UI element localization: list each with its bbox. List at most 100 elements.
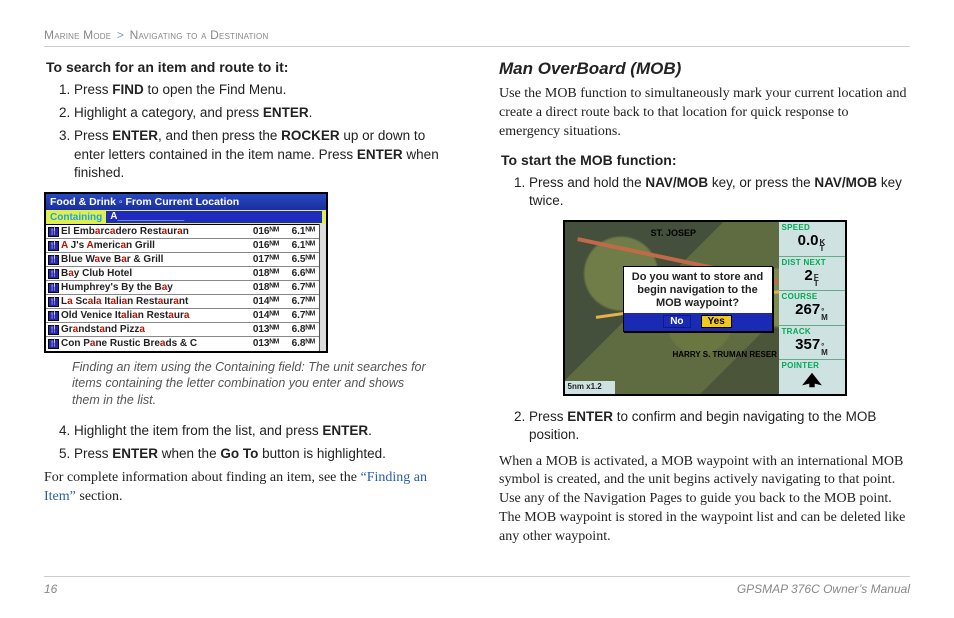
device1-list-row[interactable]: 🍴Old Venice Italian Restaura014ᴺᴹ6.7ᴺᴹ xyxy=(46,309,319,323)
panel-value: 357 xyxy=(795,337,820,354)
row-bearing: 013ᴺᴹ xyxy=(247,323,283,337)
panel-unit: KT xyxy=(820,240,826,253)
breadcrumb-sep-icon: > xyxy=(115,28,126,42)
poi-icon: 🍴 xyxy=(48,269,59,279)
row-name: El Embarcadero Restauran xyxy=(61,225,247,239)
breadcrumb-section: Marine Mode xyxy=(44,28,111,42)
mob-dialog: Do you want to store and begin navigatio… xyxy=(623,266,773,332)
sidebar-panel-speed: SPEED0.0KT xyxy=(779,222,845,256)
panel-unit: °M xyxy=(821,344,828,357)
row-distance: 6.1ᴺᴹ xyxy=(283,225,317,239)
device-mob-map: ST. JOSEP HARRY S. TRUMAN RESER Do you w… xyxy=(563,220,847,396)
row-name: Grandstand Pizza xyxy=(61,323,247,337)
search-step-a-3: Press ENTER, and then press the ROCKER u… xyxy=(74,127,455,182)
row-distance: 6.8ᴺᴹ xyxy=(283,337,317,351)
device1-list-row[interactable]: 🍴Bay Club Hotel018ᴺᴹ6.6ᴺᴹ xyxy=(46,267,319,281)
device1-list-row[interactable]: 🍴Blue Wave Bar & Grill017ᴺᴹ6.5ᴺᴹ xyxy=(46,253,319,267)
mob-title: Man OverBoard (MOB) xyxy=(499,59,910,79)
row-name: Con Pane Rustic Breads & C xyxy=(61,337,247,351)
device1-list-row[interactable]: 🍴Grandstand Pizza013ᴺᴹ6.8ᴺᴹ xyxy=(46,323,319,337)
row-name: La Scala Italian Restaurant xyxy=(61,295,247,309)
mob-dialog-yes-button[interactable]: Yes xyxy=(701,315,732,328)
poi-icon: 🍴 xyxy=(48,325,59,335)
breadcrumb: Marine Mode > Navigating to a Destinatio… xyxy=(44,28,910,47)
device1-caption: Finding an item using the Containing fie… xyxy=(72,359,427,408)
mob-subhead: To start the MOB function: xyxy=(501,152,910,168)
sidebar-panel-track: TRACK357°M xyxy=(779,325,845,360)
row-name: Humphrey's By the Bay xyxy=(61,281,247,295)
row-bearing: 014ᴺᴹ xyxy=(247,295,283,309)
row-distance: 6.7ᴺᴹ xyxy=(283,295,317,309)
breadcrumb-topic: Navigating to a Destination xyxy=(130,28,269,42)
device1-title: Food & Drink ◦ From Current Location xyxy=(46,194,326,210)
left-column: To search for an item and route to it: P… xyxy=(44,55,455,576)
finding-paragraph: For complete information about finding a… xyxy=(44,469,455,507)
sidebar-panel-pointer: POINTER xyxy=(779,359,845,394)
device1-scrollbar[interactable] xyxy=(319,224,326,351)
search-step-b-5: Press ENTER when the Go To button is hig… xyxy=(74,445,455,463)
row-distance: 6.6ᴺᴹ xyxy=(283,267,317,281)
device1-list-row[interactable]: 🍴La Scala Italian Restaurant014ᴺᴹ6.7ᴺᴹ xyxy=(46,295,319,309)
panel-value: 2 xyxy=(804,268,812,285)
device1-body: 🍴El Embarcadero Restauran016ᴺᴹ6.1ᴺᴹ🍴A J'… xyxy=(46,224,326,351)
poi-icon: 🍴 xyxy=(48,283,59,293)
mob-step-2: Press ENTER to confirm and begin navigat… xyxy=(529,408,910,444)
row-name: Bay Club Hotel xyxy=(61,267,247,281)
search-step-a-1: Press FIND to open the Find Menu. xyxy=(74,81,455,99)
poi-icon: 🍴 xyxy=(48,311,59,321)
device1-screen: Food & Drink ◦ From Current Location Con… xyxy=(44,192,328,353)
search-steps-a: Press FIND to open the Find Menu. Highlig… xyxy=(44,81,455,182)
manual-title: GPSMAP 376C Owner’s Manual xyxy=(737,582,910,596)
device1-list-row[interactable]: 🍴Con Pane Rustic Breads & C013ᴺᴹ6.8ᴺᴹ xyxy=(46,337,319,351)
device1-search-label: Containing xyxy=(50,212,102,223)
row-distance: 6.8ᴺᴹ xyxy=(283,323,317,337)
sidebar-panel-course: COURSE267°M xyxy=(779,290,845,325)
device2-bottom-bar: 5nm x1.2 xyxy=(565,381,615,394)
mob-steps: Press and hold the NAV/MOB key, or press… xyxy=(499,174,910,210)
map-city-1: ST. JOSEP xyxy=(651,228,697,238)
search-steps-b: Highlight the item from the list, and pr… xyxy=(44,422,455,463)
panel-unit: °M xyxy=(821,309,828,322)
row-name: Blue Wave Bar & Grill xyxy=(61,253,247,267)
mob-step-1: Press and hold the NAV/MOB key, or press… xyxy=(529,174,910,210)
search-step-b-4: Highlight the item from the list, and pr… xyxy=(74,422,455,440)
panel-value: 0.0 xyxy=(798,233,819,250)
poi-icon: 🍴 xyxy=(48,255,59,265)
panel-value: 267 xyxy=(795,302,820,319)
sidebar-panel-dist-next: DIST NEXT2FT xyxy=(779,256,845,291)
panel-label: POINTER xyxy=(782,362,842,371)
tail-after: section. xyxy=(76,489,123,504)
row-distance: 6.1ᴺᴹ xyxy=(283,239,317,253)
panel-unit: FT xyxy=(814,275,819,288)
device1-list-row[interactable]: 🍴El Embarcadero Restauran016ᴺᴹ6.1ᴺᴹ xyxy=(46,225,319,239)
device1-search-row: Containing A____________ xyxy=(46,210,326,224)
tail-text: For complete information about finding a… xyxy=(44,470,360,485)
page: Marine Mode > Navigating to a Destinatio… xyxy=(0,0,954,618)
row-bearing: 017ᴺᴹ xyxy=(247,253,283,267)
map-city-2: HARRY S. TRUMAN RESER xyxy=(673,350,777,359)
row-bearing: 013ᴺᴹ xyxy=(247,337,283,351)
row-bearing: 018ᴺᴹ xyxy=(247,267,283,281)
device2-sidebar: SPEED0.0KTDIST NEXT2FTCOURSE267°MTRACK35… xyxy=(779,222,845,394)
row-name: Old Venice Italian Restaura xyxy=(61,309,247,323)
right-column: Man OverBoard (MOB) Use the MOB function… xyxy=(499,55,910,576)
mob-dialog-text: Do you want to store and begin navigatio… xyxy=(624,267,772,313)
device1-list-row[interactable]: 🍴A J's American Grill016ᴺᴹ6.1ᴺᴹ xyxy=(46,239,319,253)
page-number: 16 xyxy=(44,582,57,596)
row-distance: 6.5ᴺᴹ xyxy=(283,253,317,267)
search-step-a-2: Highlight a category, and press ENTER. xyxy=(74,104,455,122)
row-bearing: 016ᴺᴹ xyxy=(247,225,283,239)
device1-search-field[interactable]: A____________ xyxy=(106,211,322,223)
mob-dialog-no-button[interactable]: No xyxy=(663,315,690,328)
search-heading: To search for an item and route to it: xyxy=(46,59,455,75)
poi-icon: 🍴 xyxy=(48,297,59,307)
device1-list-row[interactable]: 🍴Humphrey's By the Bay018ᴺᴹ6.7ᴺᴹ xyxy=(46,281,319,295)
row-distance: 6.7ᴺᴹ xyxy=(283,281,317,295)
row-distance: 6.7ᴺᴹ xyxy=(283,309,317,323)
poi-icon: 🍴 xyxy=(48,241,59,251)
row-bearing: 014ᴺᴹ xyxy=(247,309,283,323)
row-bearing: 016ᴺᴹ xyxy=(247,239,283,253)
device1-list: 🍴El Embarcadero Restauran016ᴺᴹ6.1ᴺᴹ🍴A J'… xyxy=(46,224,319,351)
mob-dialog-buttons: No Yes xyxy=(624,313,772,331)
columns: To search for an item and route to it: P… xyxy=(44,55,910,576)
